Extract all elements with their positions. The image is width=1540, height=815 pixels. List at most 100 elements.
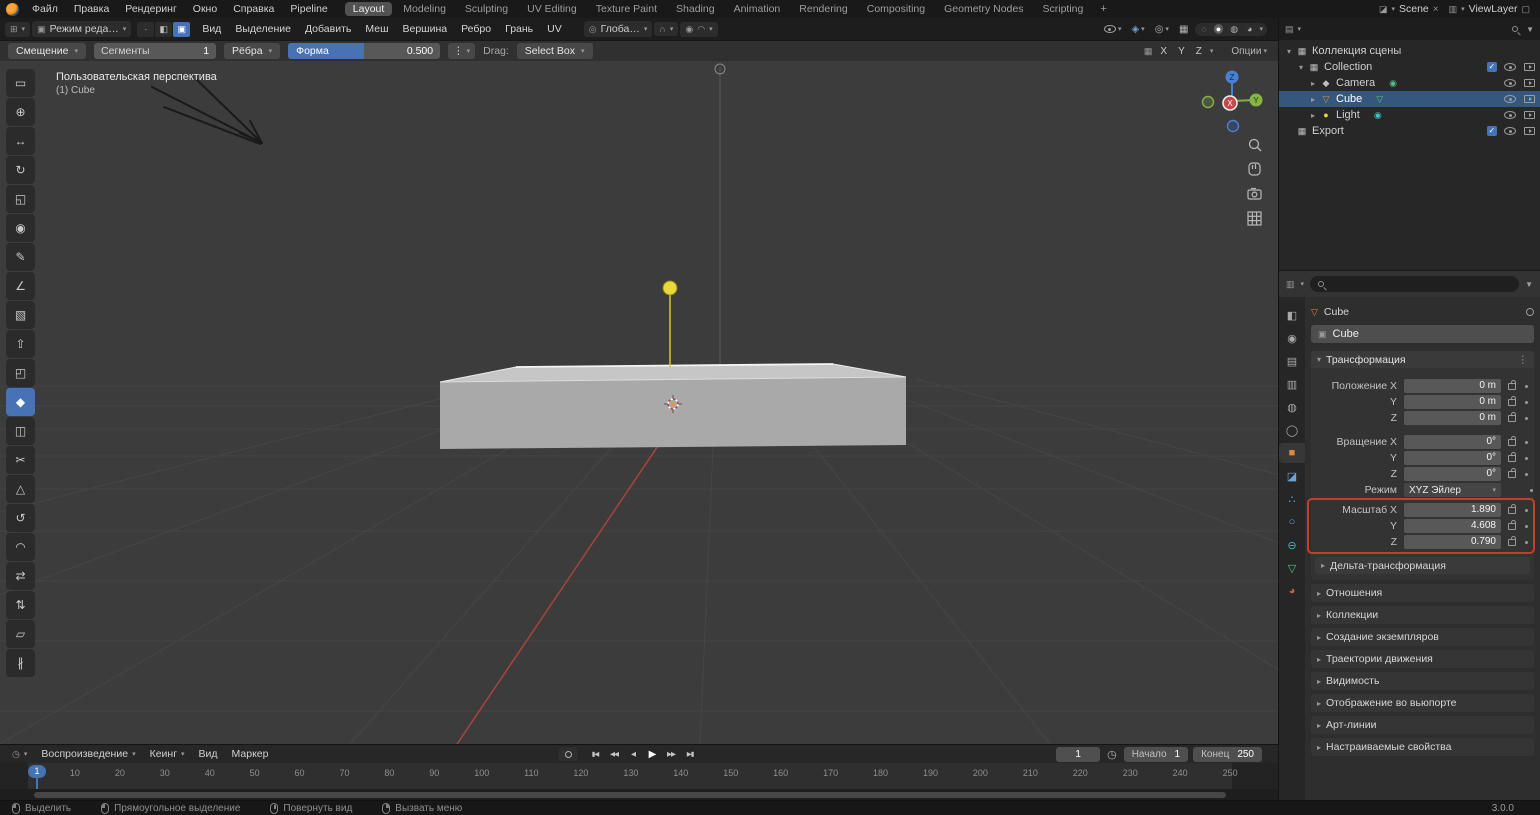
tab-object-data[interactable]: ▽ bbox=[1279, 558, 1305, 578]
tab-particles[interactable]: ∴ bbox=[1279, 489, 1305, 509]
tab-physics[interactable]: ○ bbox=[1279, 512, 1305, 532]
hide-eye-icon[interactable] bbox=[1504, 127, 1516, 135]
scene-selector[interactable]: ◪ ▾ Scene × bbox=[1379, 3, 1439, 15]
xray-toggle[interactable]: ▦ bbox=[1176, 23, 1191, 36]
tool-rip-region[interactable]: ∦ bbox=[6, 649, 35, 677]
tool-transform[interactable]: ◉ bbox=[6, 214, 35, 242]
menu-vertex[interactable]: Вершина bbox=[397, 21, 454, 37]
snap-toggle[interactable]: ∩ ▾ bbox=[654, 22, 678, 36]
section-custom-properties[interactable]: ▸ Настраиваемые свойства bbox=[1311, 738, 1534, 756]
number-field[interactable]: 0.790 bbox=[1404, 535, 1501, 549]
tab-texture-paint[interactable]: Texture Paint bbox=[588, 2, 665, 16]
section-viewport-display[interactable]: ▸ Отображение во вьюпорте bbox=[1311, 694, 1534, 712]
expander-icon[interactable]: ▸ bbox=[1307, 95, 1319, 104]
light-object[interactable] bbox=[663, 281, 677, 295]
vertex-select-mode[interactable]: ∙ bbox=[137, 22, 154, 37]
lock-icon[interactable] bbox=[1508, 507, 1516, 514]
menu-playback[interactable]: Воспроизведение ▾ bbox=[35, 747, 141, 761]
properties-editor-icon[interactable]: ▥ bbox=[1286, 279, 1295, 290]
outliner-row-scene-collection[interactable]: ▾ ▦ Коллекция сцены bbox=[1279, 43, 1540, 59]
number-field[interactable]: 0 m bbox=[1404, 411, 1501, 425]
more-options-button[interactable]: ⋮ ▾ bbox=[448, 43, 475, 59]
properties-search-input[interactable] bbox=[1310, 276, 1519, 292]
tab-scene[interactable]: ◍ bbox=[1279, 397, 1305, 417]
section-visibility[interactable]: ▸ Видимость bbox=[1311, 672, 1534, 690]
tab-material[interactable]: ◕ bbox=[1279, 581, 1305, 601]
edge-select-mode[interactable]: ◧ bbox=[155, 22, 172, 37]
auto-keying-toggle[interactable] bbox=[558, 747, 578, 761]
tab-modeling[interactable]: Modeling bbox=[395, 2, 454, 16]
panel-menu-icon[interactable]: ⋮ bbox=[1518, 354, 1529, 366]
tool-extrude-region[interactable]: ⇧ bbox=[6, 330, 35, 358]
menu-keying[interactable]: Кеинг ▾ bbox=[144, 747, 191, 761]
animate-dot-icon[interactable] bbox=[1525, 457, 1528, 460]
tab-layout[interactable]: Layout bbox=[345, 2, 393, 16]
mirror-axis-toggle[interactable]: X bbox=[1157, 46, 1170, 57]
animate-dot-icon[interactable] bbox=[1525, 525, 1528, 528]
visibility-dropdown[interactable]: ▾ bbox=[1101, 24, 1125, 34]
tool-shear[interactable]: ▱ bbox=[6, 620, 35, 648]
menu-mesh[interactable]: Меш bbox=[359, 21, 394, 37]
shading-rendered[interactable]: ◕ bbox=[1245, 24, 1254, 34]
hide-eye-icon[interactable] bbox=[1504, 63, 1516, 71]
zoom-button[interactable] bbox=[1250, 140, 1262, 152]
section-relations[interactable]: ▸ Отношения bbox=[1311, 584, 1534, 602]
section-collections[interactable]: ▸ Коллекции bbox=[1311, 606, 1534, 624]
scene-unlink-button[interactable]: × bbox=[1433, 4, 1439, 15]
horizontal-scrollbar[interactable] bbox=[34, 792, 1226, 798]
tab-world[interactable]: ◯ bbox=[1279, 420, 1305, 440]
transform-panel-header[interactable]: ▾ Трансформация ⋮ bbox=[1311, 351, 1534, 368]
menu-render[interactable]: Рендеринг bbox=[118, 2, 183, 16]
shape-slider[interactable]: Форма 0.500 bbox=[288, 43, 440, 59]
lock-icon[interactable] bbox=[1508, 399, 1516, 406]
lock-icon[interactable] bbox=[1508, 523, 1516, 530]
menu-window[interactable]: Окно bbox=[186, 2, 224, 16]
lock-icon[interactable] bbox=[1508, 415, 1516, 422]
shading-solid[interactable]: ● bbox=[1214, 24, 1223, 34]
frame-start-field[interactable]: Начало 1 bbox=[1124, 747, 1188, 762]
tool-cursor[interactable]: ⊕ bbox=[6, 98, 35, 126]
object-name-field[interactable]: ▣ Cube bbox=[1311, 325, 1534, 343]
lock-icon[interactable] bbox=[1508, 539, 1516, 546]
cube-object[interactable] bbox=[440, 364, 906, 449]
animate-dot-icon[interactable] bbox=[1525, 473, 1528, 476]
number-field[interactable]: 0 m bbox=[1404, 395, 1501, 409]
mode-dropdown[interactable]: ▣ Режим реда… ▾ bbox=[32, 21, 131, 37]
tab-animation[interactable]: Animation bbox=[726, 2, 789, 16]
tab-view-layer[interactable]: ▥ bbox=[1279, 374, 1305, 394]
blender-logo[interactable] bbox=[6, 3, 19, 16]
segments-field[interactable]: Сегменты 1 bbox=[94, 43, 216, 59]
collection-checkbox[interactable] bbox=[1487, 126, 1497, 136]
tool-shrink-fatten[interactable]: ⇅ bbox=[6, 591, 35, 619]
lock-icon[interactable] bbox=[1508, 439, 1516, 446]
outliner-row-camera[interactable]: ▸ ◆ Camera ◉ bbox=[1279, 75, 1540, 91]
tool-loop-cut[interactable]: ◫ bbox=[6, 417, 35, 445]
tool-edge-slide[interactable]: ⇄ bbox=[6, 562, 35, 590]
animate-dot-icon[interactable] bbox=[1525, 509, 1528, 512]
tab-constraints[interactable]: ⊖ bbox=[1279, 535, 1305, 555]
expander-icon[interactable]: ▾ bbox=[1283, 47, 1295, 56]
animate-dot-icon[interactable] bbox=[1525, 417, 1528, 420]
tab-geometry-nodes[interactable]: Geometry Nodes bbox=[936, 2, 1031, 16]
prev-keyframe-button[interactable]: ◀◀ bbox=[606, 747, 622, 761]
tab-sculpting[interactable]: Sculpting bbox=[457, 2, 516, 16]
overlays-toggle[interactable]: ◎ ▾ bbox=[1152, 23, 1172, 36]
navigation-gizmo[interactable]: Z Y X bbox=[1203, 71, 1263, 132]
menu-edge[interactable]: Ребро bbox=[455, 21, 497, 37]
menu-edit[interactable]: Правка bbox=[67, 2, 116, 16]
current-frame-indicator[interactable]: 1 bbox=[28, 765, 46, 778]
jump-end-button[interactable]: ▶▮ bbox=[682, 747, 698, 761]
camera-view-button[interactable] bbox=[1248, 189, 1261, 200]
new-viewlayer-button[interactable]: ▢ bbox=[1521, 4, 1530, 15]
jump-start-button[interactable]: ▮◀ bbox=[587, 747, 603, 761]
tool-spin[interactable]: ↺ bbox=[6, 504, 35, 532]
outliner-row-cube[interactable]: ▸ ▽ Cube ▽ bbox=[1279, 91, 1540, 107]
tool-scale[interactable]: ◱ bbox=[6, 185, 35, 213]
number-field[interactable]: 0° bbox=[1404, 451, 1501, 465]
number-field[interactable]: 4.608 bbox=[1404, 519, 1501, 533]
disable-render-icon[interactable] bbox=[1524, 63, 1535, 71]
play-reverse-button[interactable]: ◀ bbox=[625, 747, 641, 761]
outliner-row-collection[interactable]: ▾ ▦ Collection bbox=[1279, 59, 1540, 75]
expander-icon[interactable]: ▾ bbox=[1295, 63, 1307, 72]
menu-marker[interactable]: Маркер bbox=[226, 747, 275, 761]
